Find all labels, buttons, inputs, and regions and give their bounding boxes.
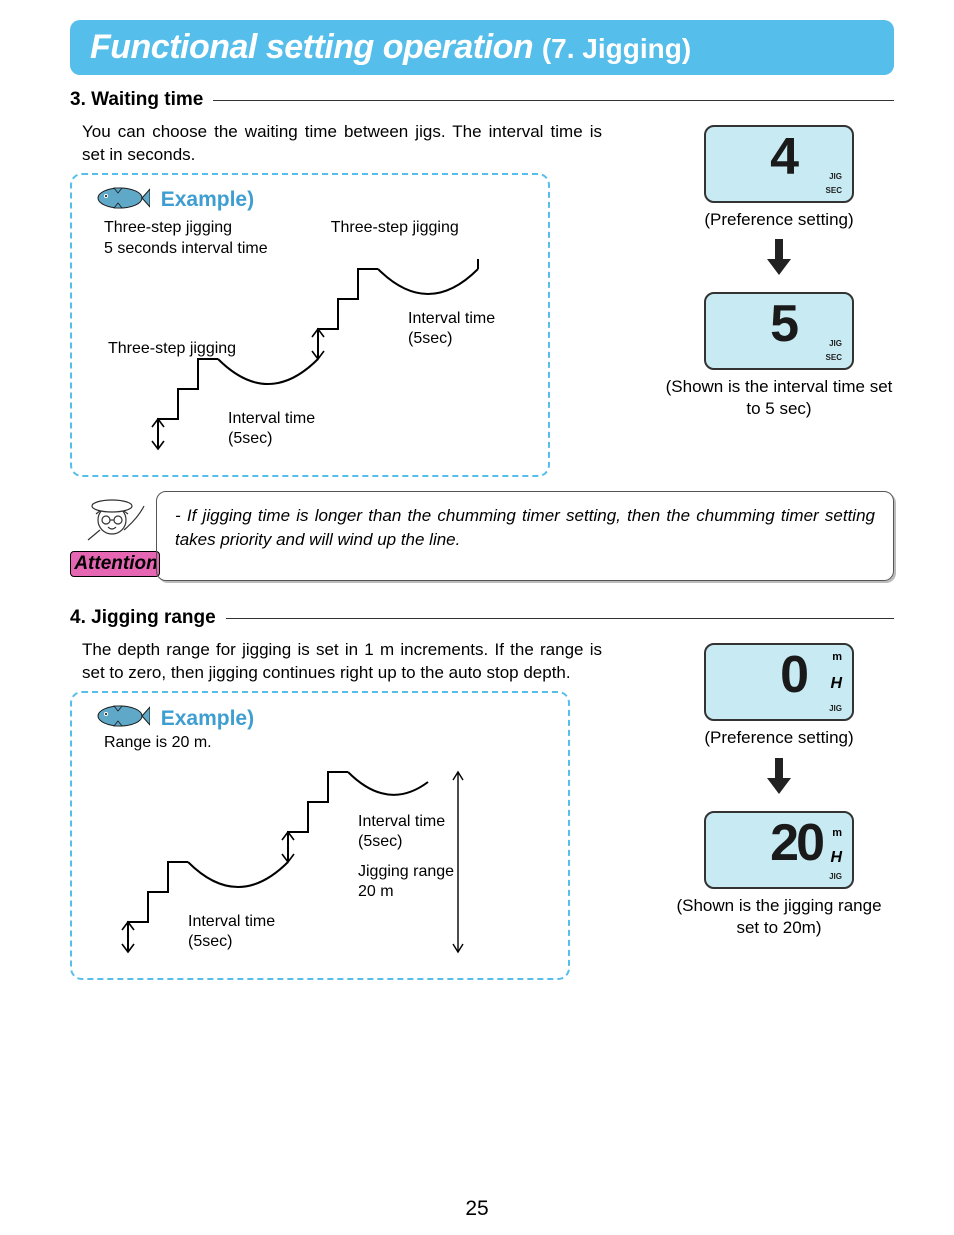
interval-a: Interval time xyxy=(408,310,495,327)
interval-b2: (5sec) xyxy=(228,430,272,447)
interval-a2: (5sec) xyxy=(408,330,452,347)
section-4-intro: The depth range for jigging is set in 1 … xyxy=(82,639,602,685)
interval-b: Interval time xyxy=(228,410,315,427)
interval-b: Interval time xyxy=(188,913,275,930)
jigging-range-label: Jigging range xyxy=(358,863,454,880)
example-box-waiting-time: Example) Three-step jigging Three-step j… xyxy=(70,173,550,478)
display-jig-tag: JIG xyxy=(829,872,842,881)
section-4-heading-text: 4. Jigging range xyxy=(70,607,216,629)
heading-rule xyxy=(213,100,894,101)
display-range-20: 20 m H JIG xyxy=(704,811,854,889)
display-h-tag: H xyxy=(830,849,842,867)
jigging-diagram-1: Three-step jigging Interval time (5sec) … xyxy=(88,259,532,459)
example-line1: Three-step jigging xyxy=(104,219,232,236)
caption-interval-5sec: (Shown is the interval time set to 5 sec… xyxy=(664,376,894,420)
display-value-20: 20 xyxy=(770,813,822,873)
arrow-down-icon xyxy=(765,237,793,282)
attention-label: Attention xyxy=(74,553,157,575)
interval-a: Interval time xyxy=(358,813,445,830)
attention-note: - If jigging time is longer than the chu… xyxy=(156,491,894,581)
example-box-jigging-range: Example) Range is 20 m. xyxy=(70,691,570,980)
example-line2: 5 seconds interval time xyxy=(104,240,268,257)
jigging-range-value: 20 m xyxy=(358,883,394,900)
example-label: Example) xyxy=(161,188,254,212)
three-step-c: Three-step jigging xyxy=(108,339,236,359)
arrow-down-icon xyxy=(765,756,793,801)
section-3-heading-text: 3. Waiting time xyxy=(70,89,203,111)
display-value-5: 5 xyxy=(770,294,796,354)
heading-rule xyxy=(226,618,894,619)
display-m-unit: m xyxy=(832,827,842,839)
three-step-b: Three-step jigging xyxy=(331,219,459,236)
section-3-heading: 3. Waiting time xyxy=(70,89,894,111)
attention-figure: Attention xyxy=(70,496,160,577)
fish-icon xyxy=(88,703,150,734)
display-jig-tag: JIG xyxy=(829,704,842,713)
display-jig-tag: JIG xyxy=(829,172,842,181)
display-value-4: 4 xyxy=(770,127,796,187)
range-line: Range is 20 m. xyxy=(104,734,552,752)
attention-badge: Attention xyxy=(70,551,160,577)
caption-range-20m: (Shown is the jigging range set to 20m) xyxy=(664,895,894,939)
preference-setting-label: (Preference setting) xyxy=(704,209,853,231)
fish-icon xyxy=(88,185,150,216)
interval-a2: (5sec) xyxy=(358,833,402,850)
display-sec-tag: SEC xyxy=(826,353,842,362)
display-m-unit: m xyxy=(832,651,842,663)
interval-b2: (5sec) xyxy=(188,933,232,950)
display-value-0: 0 xyxy=(780,645,806,705)
section-3-intro: You can choose the waiting time between … xyxy=(82,121,602,167)
banner-title: Functional setting operation xyxy=(90,28,533,66)
display-jig-tag: JIG xyxy=(829,339,842,348)
page-banner: Functional setting operation (7. Jigging… xyxy=(70,20,894,75)
preference-setting-label: (Preference setting) xyxy=(704,727,853,749)
page-number: 25 xyxy=(0,1197,954,1221)
jigging-diagram-2: Interval time (5sec) Interval time (5sec… xyxy=(88,752,552,962)
banner-subtitle: (7. Jigging) xyxy=(542,33,691,64)
display-range-0: 0 m H JIG xyxy=(704,643,854,721)
display-h-tag: H xyxy=(830,675,842,693)
display-sec-tag: SEC xyxy=(826,186,842,195)
section-4-heading: 4. Jigging range xyxy=(70,607,894,629)
example-label: Example) xyxy=(161,707,254,731)
display-waiting-4: 4 JIG SEC xyxy=(704,125,854,203)
display-waiting-5: 5 JIG SEC xyxy=(704,292,854,370)
